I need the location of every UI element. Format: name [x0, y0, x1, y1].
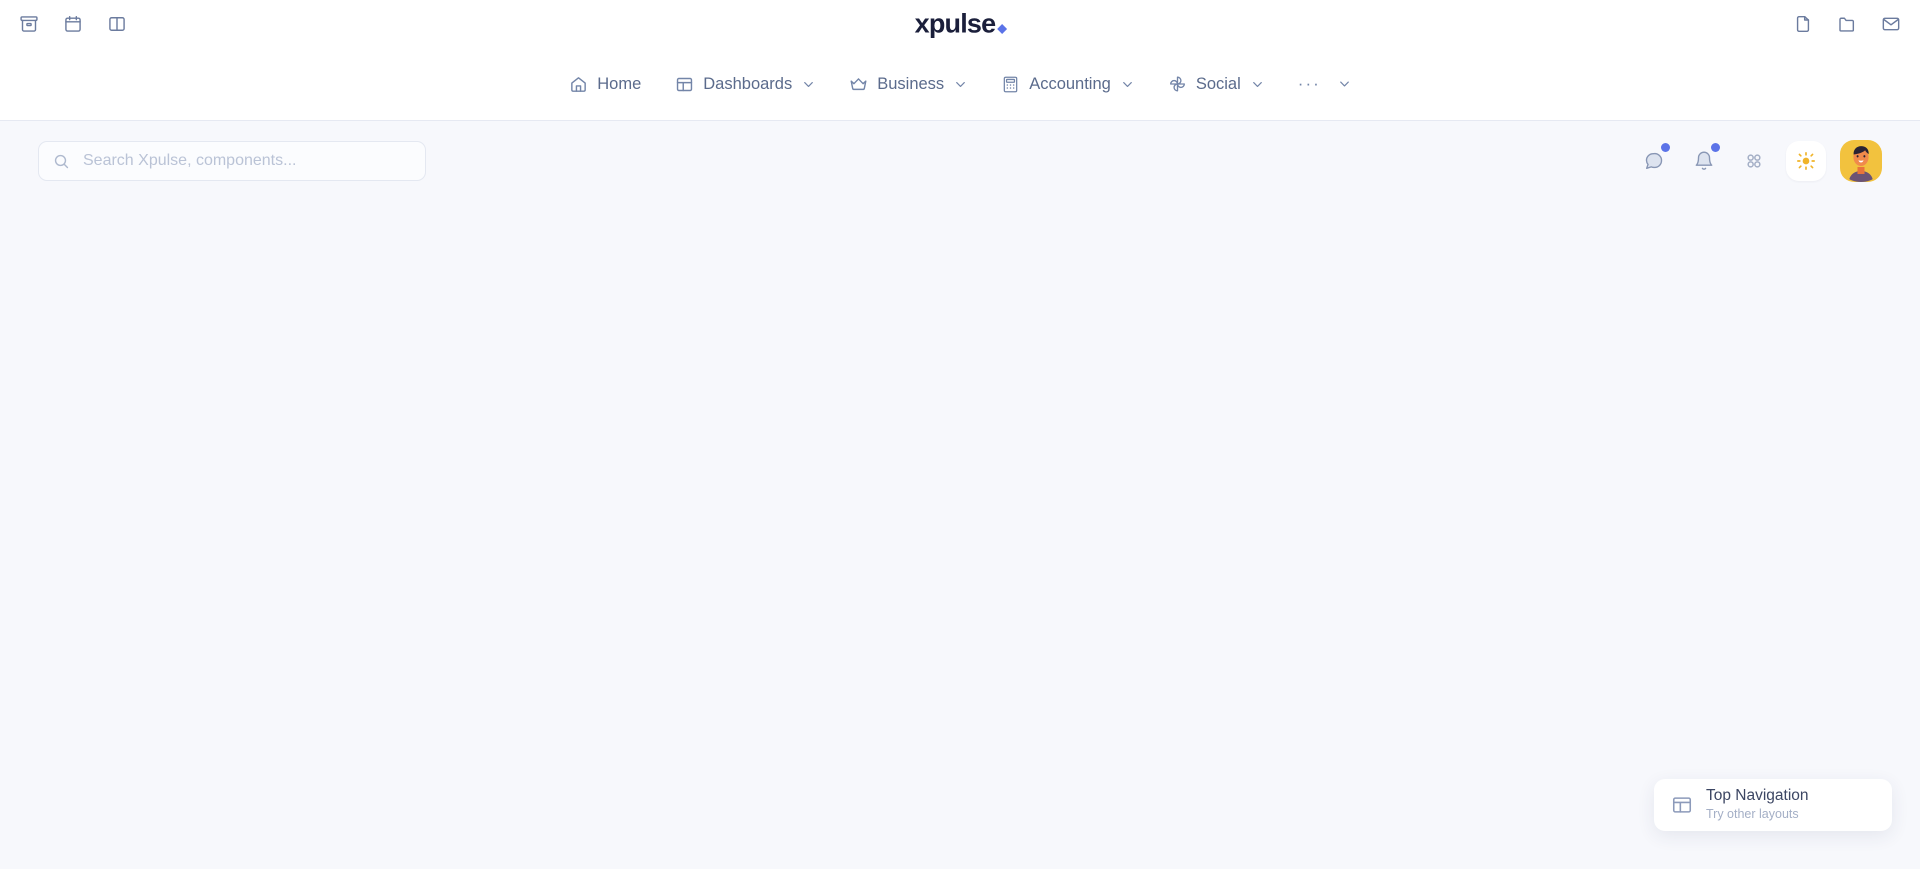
nav-item-home[interactable]: Home: [557, 67, 653, 102]
action-icons: [1632, 139, 1882, 183]
chevron-down-icon: [1338, 78, 1351, 91]
crown-icon: [849, 75, 868, 94]
chat-badge: [1661, 143, 1670, 152]
brand-accent-dot: [996, 24, 1007, 34]
chevron-down-icon: [954, 78, 967, 91]
chevron-down-icon: [1121, 78, 1134, 91]
home-icon: [569, 75, 588, 94]
brand-logo-x: x: [914, 8, 930, 39]
calculator-icon: [1001, 75, 1020, 94]
nav-item-accounting[interactable]: Accounting: [989, 67, 1146, 102]
notifications-button[interactable]: [1682, 139, 1726, 183]
nav-label-home: Home: [597, 74, 642, 93]
mail-icon[interactable]: [1880, 13, 1902, 35]
search-input[interactable]: [81, 151, 411, 171]
avatar[interactable]: [1840, 140, 1882, 182]
layout-card-text: Top Navigation Try other layouts: [1706, 787, 1809, 822]
nav-item-business[interactable]: Business: [837, 67, 979, 102]
layout-switcher-card[interactable]: Top Navigation Try other layouts: [1654, 779, 1892, 831]
nav-item-overflow[interactable]: ···: [1286, 70, 1363, 99]
nav-item-dashboards[interactable]: Dashboards: [663, 67, 827, 102]
page-content: Top Navigation Try other layouts: [0, 121, 1920, 869]
nav-label-dashboards: Dashboards: [703, 74, 793, 93]
brand-logo[interactable]: x pulse: [914, 8, 1007, 40]
notifications-badge: [1711, 143, 1720, 152]
top-bar-right-icons: [1792, 13, 1902, 35]
file-icon[interactable]: [1792, 13, 1814, 35]
layout-card-subtitle: Try other layouts: [1706, 807, 1799, 822]
nav-item-social[interactable]: Social: [1156, 67, 1276, 102]
search-box[interactable]: [38, 141, 426, 181]
folder-icon[interactable]: [1836, 13, 1858, 35]
nav-label-business: Business: [877, 74, 945, 93]
top-bar-left-icons: [18, 13, 128, 35]
content-subheader: [0, 121, 1920, 183]
apps-button[interactable]: [1732, 139, 1776, 183]
sun-icon: [1797, 152, 1815, 170]
calendar-icon[interactable]: [62, 13, 84, 35]
nav-label-accounting: Accounting: [1029, 74, 1111, 93]
layout-card-title: Top Navigation: [1706, 787, 1809, 805]
search-icon: [53, 153, 70, 170]
dashboard-layout-icon: [675, 75, 694, 94]
main-navigation: Home Dashboards Business Accounting Soci…: [0, 48, 1920, 121]
panel-layout-icon[interactable]: [106, 13, 128, 35]
chevron-down-icon: [1251, 78, 1264, 91]
archive-icon[interactable]: [18, 13, 40, 35]
brand-logo-text: pulse: [928, 8, 996, 39]
more-dots-icon: ···: [1297, 74, 1321, 93]
chevron-down-icon: [802, 78, 815, 91]
theme-toggle-button[interactable]: [1786, 141, 1826, 181]
top-bar: x pulse: [0, 0, 1920, 48]
chat-button[interactable]: [1632, 139, 1676, 183]
layout-icon: [1671, 794, 1693, 816]
nav-label-social: Social: [1195, 74, 1241, 93]
pinwheel-icon: [1168, 75, 1187, 94]
